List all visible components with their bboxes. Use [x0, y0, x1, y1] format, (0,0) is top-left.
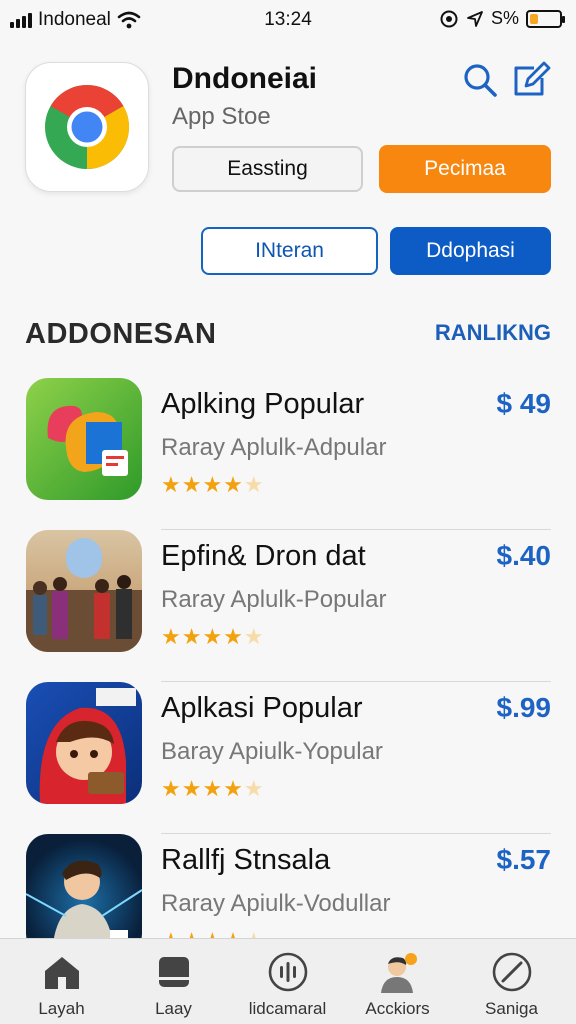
- status-text: S%: [490, 8, 519, 28]
- tab-label: Saniga: [485, 999, 538, 1018]
- focus-icon: [440, 10, 458, 27]
- item-subtitle: Baray Apiulk-Yopular: [161, 738, 383, 765]
- interan-button[interactable]: INteran: [201, 227, 378, 275]
- pecimaa-button[interactable]: Pecimaa: [379, 145, 551, 193]
- easting-button[interactable]: Eassting: [172, 146, 363, 192]
- status-right: S%: [439, 8, 565, 29]
- list-item[interactable]: Aplking Popular Raray Aplulk-Adpular ★★★…: [0, 378, 576, 530]
- chrome-icon: [45, 84, 130, 170]
- price-button[interactable]: $.40: [497, 540, 552, 572]
- item-name: Rallfj Stnsala: [161, 844, 331, 876]
- app-icon[interactable]: [25, 62, 149, 192]
- battery-icon: [526, 9, 565, 28]
- item-name: Aplkasi Popular: [161, 692, 363, 724]
- app-icon-2: [26, 530, 142, 652]
- battery-fill: [530, 13, 539, 24]
- item-name: Epfin& Dron dat: [161, 540, 366, 572]
- tab-laay[interactable]: Laay: [116, 939, 231, 1024]
- avatar-icon: [381, 953, 417, 993]
- price-button[interactable]: $.99: [497, 692, 552, 724]
- compose-icon[interactable]: [512, 60, 552, 100]
- location-icon: [467, 10, 483, 27]
- item-subtitle: Raray Apiulk-Vodullar: [161, 890, 391, 917]
- tab-bar: Layah Laay lidcamaral Acckiors Saniga: [0, 938, 576, 1024]
- inbox-icon: [159, 957, 189, 987]
- app-icon-1: [26, 378, 142, 500]
- tab-lidcamaral[interactable]: lidcamaral: [230, 939, 345, 1024]
- section-title: ADDONESAN: [25, 318, 217, 350]
- home-icon: [45, 957, 79, 989]
- tab-label: Acckiors: [365, 999, 430, 1018]
- list-item[interactable]: Epfin& Dron dat Raray Aplulk-Popular ★★★…: [0, 530, 576, 682]
- price-button[interactable]: $.57: [497, 844, 552, 876]
- star-rating: ★★★★★: [161, 472, 265, 497]
- tab-layah[interactable]: Layah: [4, 939, 119, 1024]
- tab-label: lidcamaral: [248, 999, 327, 1018]
- star-rating: ★★★★★: [161, 776, 265, 801]
- tab-acckiors[interactable]: Acckiors: [340, 939, 455, 1024]
- search-icon[interactable]: [460, 60, 500, 100]
- list-item[interactable]: Aplkasi Popular Baray Apiulk-Yopular ★★★…: [0, 682, 576, 834]
- ranking-link[interactable]: RANLIKNG: [435, 320, 551, 346]
- app-title: Dndoneiai: [172, 62, 318, 95]
- price-button[interactable]: $ 49: [497, 388, 552, 420]
- compass-icon: [492, 952, 532, 992]
- tab-label: Laay: [155, 999, 192, 1018]
- status-bar: Indoneal 13:24 S%: [0, 0, 576, 40]
- tab-label: Layah: [38, 999, 85, 1018]
- item-subtitle: Raray Aplulk-Adpular: [161, 434, 387, 461]
- star-rating: ★★★★★: [161, 624, 265, 649]
- item-subtitle: Raray Aplulk-Popular: [161, 586, 387, 613]
- app-icon-3: [26, 682, 142, 804]
- ddophasi-button[interactable]: Ddophasi: [390, 227, 551, 275]
- audio-bars-icon: [268, 952, 308, 992]
- item-name: Aplking Popular: [161, 388, 365, 420]
- app-subtitle: App Stoe: [172, 103, 271, 130]
- tab-saniga[interactable]: Saniga: [454, 939, 569, 1024]
- app-store-screen: Indoneal 13:24 S% Dndoneiai App Stoe Eas…: [0, 0, 576, 1024]
